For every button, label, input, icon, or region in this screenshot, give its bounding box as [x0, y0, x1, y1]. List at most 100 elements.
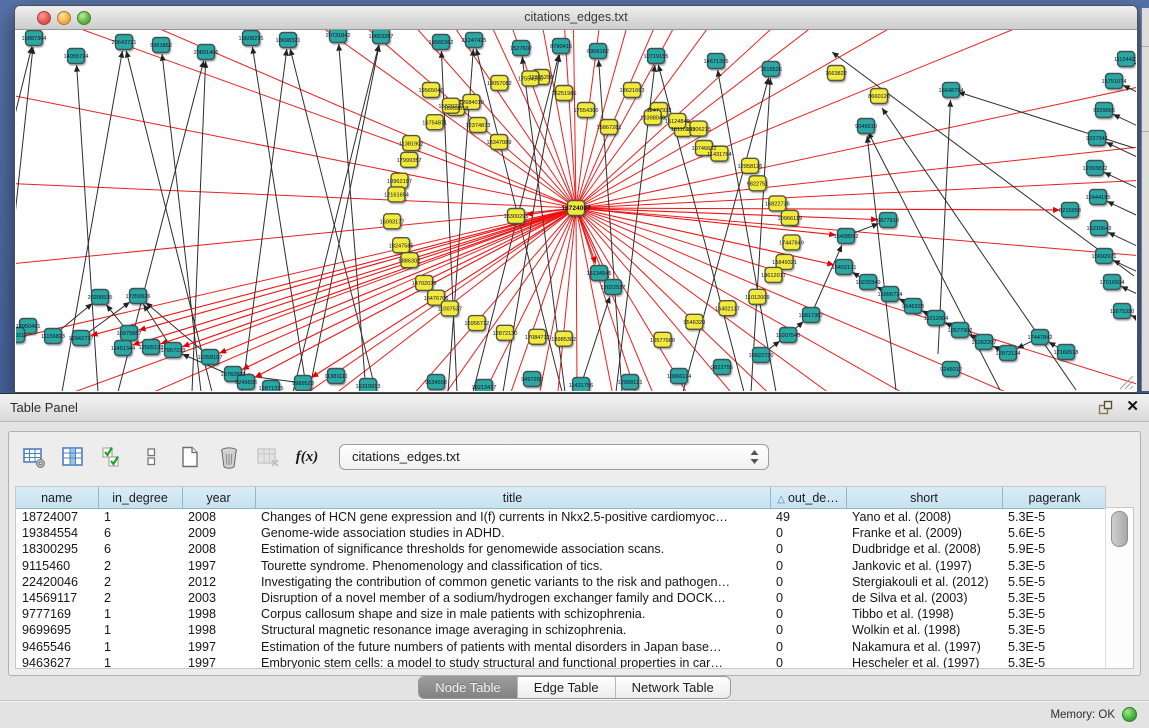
svg-text:10577908: 10577908	[650, 338, 675, 344]
cell-short: Jankovic et al. (1997)	[846, 558, 1002, 574]
svg-text:9822751: 9822751	[747, 182, 769, 188]
svg-text:17554300: 17554300	[574, 108, 599, 114]
svg-text:17084712: 17084712	[525, 335, 550, 341]
red-arrow-edges-layer	[91, 208, 1060, 378]
cell-out_degree: 0	[770, 574, 846, 590]
row-height-icon[interactable]	[138, 444, 164, 470]
tab-node-table[interactable]: Node Table	[419, 677, 517, 698]
svg-text:13950461: 13950461	[16, 324, 40, 330]
function-builder-icon[interactable]: f(x)	[294, 444, 320, 470]
svg-text:8660126: 8660126	[868, 94, 890, 100]
svg-text:15124849: 15124849	[665, 119, 690, 125]
svg-text:9546328: 9546328	[902, 304, 924, 310]
svg-text:10719155: 10719155	[644, 54, 669, 60]
cell-title: Disruption of a novel member of a sodium…	[255, 590, 770, 606]
window-titlebar[interactable]: citations_edges.txt	[15, 6, 1137, 30]
window-title: citations_edges.txt	[15, 10, 1137, 24]
svg-text:12958126: 12958126	[738, 164, 763, 170]
close-panel-icon[interactable]: ✕	[1126, 398, 1139, 416]
cell-pagerank: 5.3E-5	[1002, 622, 1106, 638]
svg-text:16476706: 16476706	[424, 296, 449, 302]
table-row[interactable]: 2242004622012Investigating the contribut…	[16, 574, 1106, 590]
cell-in_degree: 6	[98, 541, 182, 557]
sort-ascending-icon: △	[777, 494, 785, 505]
cell-short: Hescheler et al. (1997)	[846, 655, 1002, 669]
table-settings-icon[interactable]	[21, 444, 47, 470]
cell-title: Investigating the contribution of common…	[255, 574, 770, 590]
cell-out_degree: 0	[770, 590, 846, 606]
svg-text:10398049: 10398049	[640, 116, 665, 122]
col-header-in_degree[interactable]: in_degree	[98, 487, 182, 509]
table-row[interactable]: 946362711997Embryonic stem cells: a mode…	[16, 655, 1106, 669]
table-header-row: namein_degreeyeartitle△out_de…shortpager…	[16, 487, 1106, 509]
svg-text:17999357: 17999357	[397, 158, 422, 164]
svg-text:18247585: 18247585	[389, 243, 414, 249]
cell-out_degree: 0	[770, 655, 846, 669]
status-bar: Memory: OK	[0, 700, 1149, 728]
svg-text:9246603: 9246603	[235, 380, 257, 386]
cell-title: Estimation of significance thresholds fo…	[255, 541, 770, 557]
svg-text:17447842: 17447842	[1028, 335, 1053, 341]
svg-text:12093822: 12093822	[1083, 166, 1108, 172]
table-row[interactable]: 946554611997Estimation of the future num…	[16, 639, 1106, 655]
col-header-year[interactable]: year	[182, 487, 255, 509]
table-panel-header: Table Panel ✕	[0, 394, 1149, 422]
new-table-icon[interactable]	[177, 444, 203, 470]
tab-network-table[interactable]: Network Table	[615, 677, 730, 698]
svg-text:16782822: 16782822	[221, 372, 246, 378]
svg-text:12872130: 12872130	[493, 331, 518, 337]
col-header-short[interactable]: short	[846, 487, 1002, 509]
svg-text:11431764: 11431764	[707, 152, 731, 158]
cell-short: Wolkin et al. (1998)	[846, 622, 1002, 638]
float-panel-icon[interactable]	[1097, 399, 1114, 416]
svg-text:7663822: 7663822	[825, 71, 847, 77]
svg-text:15498592: 15498592	[834, 234, 859, 240]
col-header-title[interactable]: title	[255, 487, 770, 509]
table-row[interactable]: 911546021997Tourette syndrome. Phenomeno…	[16, 558, 1106, 574]
delete-table-icon-disabled	[255, 444, 281, 470]
svg-text:17016504: 17016504	[1100, 280, 1125, 286]
cell-name: 9463627	[16, 655, 98, 669]
table-scrollbar-thumb[interactable]	[1111, 511, 1128, 547]
table-panel-body: f(x) citations_edges.txt namein_degreeye…	[8, 431, 1141, 676]
table-row[interactable]: 1456911722003Disruption of a novel membe…	[16, 590, 1106, 606]
select-columns-icon[interactable]	[60, 444, 86, 470]
svg-text:16822730: 16822730	[749, 353, 774, 359]
network-window: citations_edges.txt 16887364140557242064…	[14, 5, 1138, 393]
col-header-pagerank[interactable]: pagerank	[1002, 487, 1106, 509]
table-panel-title: Table Panel	[10, 400, 78, 415]
svg-text:15692971: 15692971	[1092, 254, 1117, 260]
cell-year: 1998	[182, 622, 255, 638]
cell-name: 18724007	[16, 509, 98, 526]
svg-text:12161654: 12161654	[384, 193, 409, 199]
col-header-name[interactable]: name	[16, 487, 98, 509]
cell-short: Tibbo et al. (1998)	[846, 606, 1002, 622]
table-panel: Table Panel ✕	[0, 393, 1149, 728]
svg-text:9046910: 9046910	[855, 124, 877, 130]
svg-text:14671355: 14671355	[704, 59, 729, 65]
cell-short: Dudbridge et al. (2008)	[846, 541, 1002, 557]
table-row[interactable]: 1830029562008Estimation of significance …	[16, 541, 1106, 557]
cell-year: 2008	[182, 541, 255, 557]
table-selector-combobox[interactable]: citations_edges.txt	[339, 444, 769, 470]
table-row[interactable]: 969969511998Structural magnetic resonanc…	[16, 622, 1106, 638]
svg-text:16319913: 16319913	[356, 384, 381, 390]
table-row[interactable]: 1872400712008Changes of HCN gene express…	[16, 509, 1106, 526]
cell-year: 2003	[182, 590, 255, 606]
network-canvas[interactable]: 1688736414055724206437219361862208914061…	[16, 30, 1136, 391]
col-header-out_degree[interactable]: △out_de…	[770, 487, 846, 509]
tab-edge-table[interactable]: Edge Table	[517, 677, 615, 698]
resize-grip[interactable]	[1120, 376, 1133, 389]
table-row[interactable]: 1938455462009Genome-wide association stu…	[16, 525, 1106, 541]
svg-text:15751074: 15751074	[1102, 79, 1127, 85]
delete-trash-icon[interactable]	[216, 444, 242, 470]
table-row[interactable]: 977716911998Corpus callosum shape and si…	[16, 606, 1106, 622]
cell-pagerank: 5.3E-5	[1002, 590, 1106, 606]
svg-text:12871325: 12871325	[259, 386, 284, 391]
svg-text:11124421: 11124421	[1114, 57, 1136, 63]
cell-title: Corpus callosum shape and size in male p…	[255, 606, 770, 622]
node-labels-layer: 1688736414055724206437219361862208914061…	[16, 33, 1136, 391]
table-scrollbar[interactable]	[1105, 507, 1134, 669]
svg-text:16093177: 16093177	[380, 219, 405, 225]
select-all-checks-icon[interactable]	[99, 444, 125, 470]
